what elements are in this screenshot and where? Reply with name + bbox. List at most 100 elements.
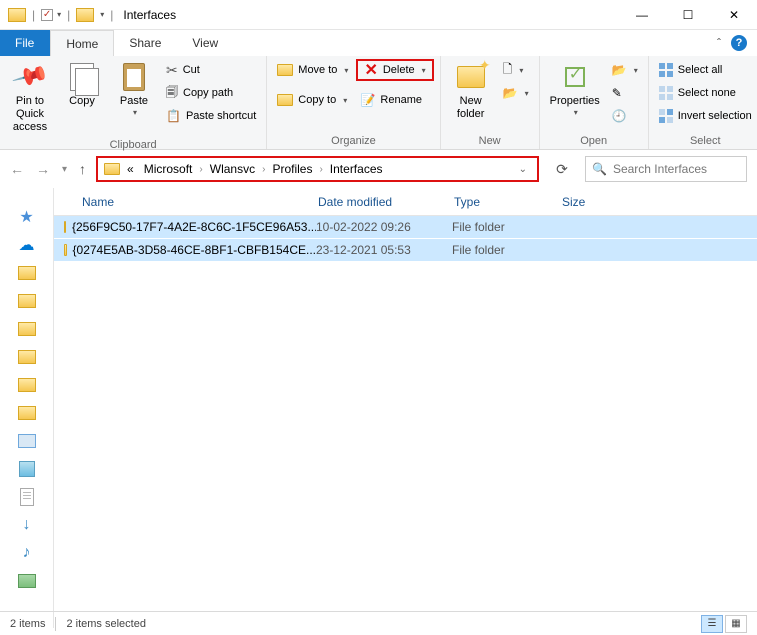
select-none-icon	[659, 86, 673, 100]
paste-icon	[123, 63, 145, 91]
title-dropdown-icon[interactable]: ▾	[100, 10, 104, 19]
copy-path-button[interactable]: 🗐Copy path	[162, 82, 260, 104]
tab-share[interactable]: Share	[114, 30, 177, 56]
rename-button[interactable]: 📝Rename	[356, 89, 433, 111]
folder-icon[interactable]	[18, 294, 36, 308]
this-pc-icon[interactable]	[18, 434, 36, 448]
open-icon: 📂	[612, 63, 627, 77]
breadcrumb[interactable]: Profiles	[269, 162, 315, 176]
selection-count: 2 items selected	[66, 618, 145, 630]
folder-icon[interactable]	[18, 378, 36, 392]
open-button[interactable]: 📂▾	[608, 59, 642, 81]
select-none-button[interactable]: Select none	[655, 82, 756, 104]
close-button[interactable]: ✕	[711, 0, 757, 30]
search-input[interactable]: 🔍 Search Interfaces	[585, 156, 747, 182]
copy-path-icon: 🗐	[166, 83, 178, 104]
window-folder-icon	[76, 8, 94, 22]
onedrive-icon[interactable]: ☁	[17, 236, 37, 254]
address-bar[interactable]: « Microsoft› Wlansvc› Profiles› Interfac…	[96, 156, 539, 182]
invert-selection-button[interactable]: Invert selection	[655, 105, 756, 127]
copy-to-button[interactable]: Copy to▾	[273, 89, 352, 111]
new-folder-button[interactable]: ✦ New folder	[447, 59, 495, 123]
column-date[interactable]: Date modified	[318, 195, 454, 209]
easy-access-icon: 📂	[503, 86, 518, 100]
forward-button[interactable]: →	[36, 161, 50, 177]
qat-dropdown-icon[interactable]: ▾	[57, 10, 61, 19]
search-icon: 🔍	[592, 162, 607, 176]
delete-icon: ✕	[364, 60, 377, 80]
rename-icon: 📝	[360, 93, 375, 107]
new-item-icon: 🗋	[503, 60, 513, 81]
folder-icon[interactable]	[18, 322, 36, 336]
delete-button[interactable]: ✕Delete▾	[356, 59, 433, 81]
downloads-icon[interactable]: ↓	[17, 516, 37, 534]
folder-icon[interactable]	[18, 350, 36, 364]
tab-view[interactable]: View	[177, 30, 234, 56]
navigation-pane[interactable]: ★ ☁ ↓ ♪	[0, 188, 54, 628]
paste-shortcut-button[interactable]: 📋Paste shortcut	[162, 105, 260, 127]
qat-checkbox-icon[interactable]: ✓	[41, 9, 53, 21]
breadcrumb[interactable]: Wlansvc	[207, 162, 258, 176]
window-title: Interfaces	[123, 8, 176, 22]
minimize-button[interactable]: —	[619, 0, 665, 30]
ribbon: 📌 Pin to Quick access Copy Paste ▾ ✂Cut …	[0, 56, 757, 150]
table-row[interactable]: {256F9C50-17F7-4A2E-8C6C-1F5CE96A53... 1…	[54, 216, 757, 238]
edit-button[interactable]: ✎	[608, 82, 642, 104]
cut-button[interactable]: ✂Cut	[162, 59, 260, 81]
table-row[interactable]: {0274E5AB-3D58-46CE-8BF1-CBFB154CE... 23…	[54, 239, 757, 261]
folder-icon	[64, 221, 66, 233]
history-icon: 🕘	[612, 109, 627, 123]
copy-button[interactable]: Copy	[58, 59, 106, 110]
maximize-button[interactable]: ☐	[665, 0, 711, 30]
properties-button[interactable]: Properties ▾	[546, 59, 604, 120]
cut-icon: ✂	[166, 62, 178, 79]
address-dropdown-icon[interactable]: ⌄	[519, 164, 531, 175]
content-area: ★ ☁ ↓ ♪ Name Date modified Type Size {25…	[0, 188, 757, 628]
ribbon-tabs: File Home Share View ˆ ?	[0, 30, 757, 56]
new-item-button[interactable]: 🗋▾	[499, 59, 533, 81]
document-icon[interactable]	[20, 488, 34, 506]
thumbnails-view-button[interactable]: ▦	[725, 615, 747, 633]
easy-access-button[interactable]: 📂▾	[499, 82, 533, 104]
invert-selection-icon	[659, 109, 673, 123]
back-button[interactable]: ←	[10, 161, 24, 177]
column-type[interactable]: Type	[454, 195, 562, 209]
quick-access-icon[interactable]: ★	[17, 208, 37, 226]
move-to-button[interactable]: Move to▾	[273, 59, 352, 81]
quick-access-toolbar[interactable]: ✓ ▾	[41, 9, 61, 21]
help-icon[interactable]: ?	[731, 35, 747, 51]
edit-icon: ✎	[612, 86, 622, 100]
file-list: Name Date modified Type Size {256F9C50-1…	[54, 188, 757, 628]
details-view-button[interactable]: ☰	[701, 615, 723, 633]
select-all-icon	[659, 63, 673, 77]
breadcrumb[interactable]: Microsoft	[141, 162, 196, 176]
titlebar: | ✓ ▾ | ▾ | Interfaces — ☐ ✕	[0, 0, 757, 30]
music-icon[interactable]: ♪	[17, 544, 37, 562]
paste-button[interactable]: Paste ▾	[110, 59, 158, 120]
column-name[interactable]: Name	[82, 195, 318, 209]
column-size[interactable]: Size	[562, 195, 642, 209]
properties-icon	[565, 67, 585, 87]
up-button[interactable]: ↑	[79, 161, 86, 177]
pin-to-quick-access-button[interactable]: 📌 Pin to Quick access	[6, 59, 54, 137]
tab-home[interactable]: Home	[50, 30, 114, 56]
status-bar: 2 items 2 items selected ☰ ▦	[0, 611, 757, 635]
select-all-button[interactable]: Select all	[655, 59, 756, 81]
disk-icon[interactable]	[19, 461, 35, 477]
search-placeholder: Search Interfaces	[613, 162, 707, 176]
column-headers[interactable]: Name Date modified Type Size	[54, 188, 757, 216]
recent-locations-button[interactable]: ▾	[62, 164, 67, 175]
ribbon-collapse-icon[interactable]: ˆ	[717, 36, 721, 50]
folder-icon[interactable]	[18, 406, 36, 420]
history-button[interactable]: 🕘	[608, 105, 642, 127]
tab-file[interactable]: File	[0, 30, 50, 56]
breadcrumb[interactable]: Interfaces	[327, 162, 386, 176]
folder-icon[interactable]	[18, 266, 36, 280]
pictures-icon[interactable]	[18, 574, 36, 588]
item-count: 2 items	[10, 618, 45, 630]
group-open: Properties ▾ 📂▾ ✎ 🕘 Open	[540, 56, 649, 149]
pin-icon: 📌	[10, 57, 50, 97]
breadcrumb-prefix: «	[124, 162, 137, 176]
address-folder-icon	[104, 163, 120, 175]
refresh-button[interactable]: ⟳	[549, 161, 575, 178]
